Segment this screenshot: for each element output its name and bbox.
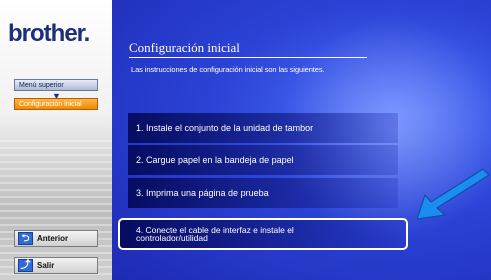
step-2-button[interactable]: 2. Cargue papel en la bandeja de papel bbox=[128, 145, 398, 175]
step-4-label: 4. Conecte el cable de interfaz e instal… bbox=[136, 225, 294, 243]
menu-superior-button[interactable]: Menú superior bbox=[14, 79, 98, 91]
page-subtitle: Las instrucciones de configuración inici… bbox=[131, 65, 325, 74]
step-4-button[interactable]: 4. Conecte el cable de interfaz e instal… bbox=[118, 218, 408, 250]
anterior-button[interactable]: ⮌ Anterior bbox=[14, 230, 98, 247]
step-2-label: 2. Cargue papel en la bandeja de papel bbox=[136, 155, 294, 165]
anterior-label: Anterior bbox=[37, 234, 69, 243]
step-1-button[interactable]: 1. Instale el conjunto de la unidad de t… bbox=[128, 113, 398, 143]
salir-label: Salir bbox=[37, 261, 55, 270]
sidebar: brother. Menú superior ▼ Configuración i… bbox=[0, 0, 112, 280]
exit-icon: ⤴ bbox=[18, 259, 33, 272]
main-panel: Configuración inicial Las instrucciones … bbox=[112, 0, 491, 280]
pointer-arrow-icon bbox=[417, 168, 490, 220]
brother-logo: brother. bbox=[8, 20, 90, 47]
back-arrow-icon: ⮌ bbox=[18, 232, 33, 245]
page-title: Configuración inicial bbox=[129, 40, 240, 55]
step-3-button[interactable]: 3. Imprima una página de prueba bbox=[128, 178, 398, 208]
salir-button[interactable]: ⤴ Salir bbox=[14, 257, 98, 274]
step-3-label: 3. Imprima una página de prueba bbox=[136, 188, 269, 198]
step-1-label: 1. Instale el conjunto de la unidad de t… bbox=[136, 123, 314, 133]
config-inicial-button[interactable]: Configuración inicial bbox=[14, 98, 98, 110]
title-divider bbox=[129, 57, 367, 58]
